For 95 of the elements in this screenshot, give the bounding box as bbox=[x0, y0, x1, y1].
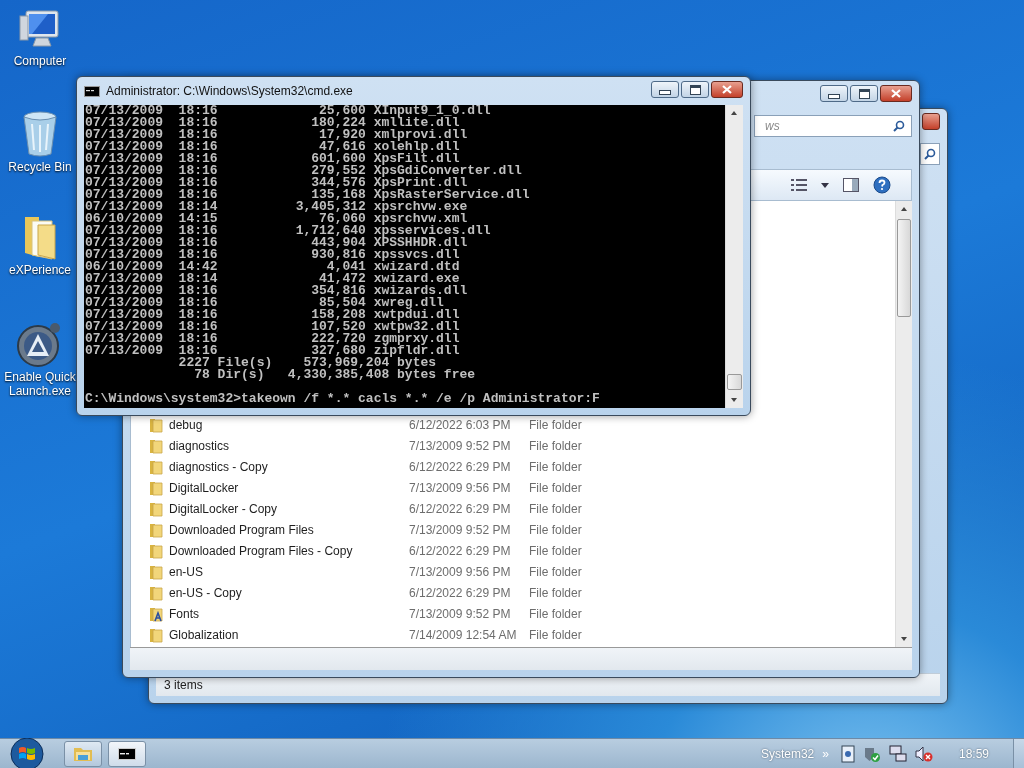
console-line: 07/13/2009 18:16 180,224 xmllite.dll bbox=[85, 117, 460, 129]
file-type: File folder bbox=[529, 501, 582, 516]
command-line[interactable]: C:\Windows\system32>takeown /f *.* cacls *.* /e /p Administrator:F bbox=[85, 393, 725, 405]
file-type: File folder bbox=[529, 543, 582, 558]
file-name[interactable]: en-US - Copy bbox=[169, 585, 409, 600]
date-modified: 6/12/2022 6:29 PM bbox=[409, 585, 512, 600]
date-modified: 7/13/2009 9:52 PM bbox=[409, 606, 512, 621]
explorer-taskbar-button[interactable] bbox=[64, 740, 102, 767]
file-type: File folder bbox=[529, 627, 582, 642]
document-icon[interactable] bbox=[840, 744, 855, 763]
close-icon bbox=[722, 85, 732, 94]
desktop-icon-label[interactable]: Enable Quick Launch.exe bbox=[2, 370, 78, 398]
console-line: 78 Dir(s) 4,330,385,408 bytes free bbox=[193, 369, 477, 381]
date-modified: 6/12/2022 6:29 PM bbox=[409, 543, 512, 558]
console-line: 07/13/2009 18:16 354,816 xwizards.dll bbox=[85, 285, 469, 297]
date-modified: 6/12/2022 6:03 PM bbox=[409, 417, 512, 432]
console-line: 07/13/2009 18:14 41,472 xwizard.exe bbox=[85, 273, 460, 285]
console-line: 07/13/2009 18:16 17,920 xmlprovi.dll bbox=[85, 129, 469, 141]
folder-icon bbox=[73, 745, 93, 762]
help-icon[interactable] bbox=[873, 176, 891, 194]
console-line: 07/13/2009 18:16 85,504 xwreg.dll bbox=[85, 297, 444, 309]
close-button[interactable] bbox=[922, 113, 940, 130]
maximize-button[interactable] bbox=[850, 85, 878, 102]
console-line: 07/13/2009 18:16 135,168 XpsRasterService.dll bbox=[85, 189, 531, 201]
console-line: 2227 File(s) 573,969,204 bytes bbox=[177, 357, 437, 369]
start-button[interactable] bbox=[10, 736, 44, 768]
close-button[interactable] bbox=[711, 81, 743, 98]
search-icon bbox=[893, 120, 905, 132]
scroll-thumb[interactable] bbox=[727, 374, 742, 390]
console-line: 07/13/2009 18:16 279,552 XpsGdiConverter.dll bbox=[85, 165, 523, 177]
file-type: File folder bbox=[529, 480, 582, 495]
console-line: 07/13/2009 18:14 3,405,312 xpsrchvw.exe bbox=[85, 201, 468, 213]
file-name[interactable]: debug bbox=[169, 417, 409, 432]
console-line: 07/13/2009 18:16 443,904 XPSSHHDR.dll bbox=[85, 237, 468, 249]
preview-pane-icon[interactable] bbox=[843, 178, 859, 192]
search-icon bbox=[924, 148, 936, 160]
console-line: 07/13/2009 18:16 327,680 zipfldr.dll bbox=[85, 345, 461, 357]
fonts-folder-icon[interactable] bbox=[149, 605, 163, 622]
file-name[interactable]: Fonts bbox=[169, 606, 409, 621]
console-line: 07/13/2009 18:16 107,520 xwtpw32.dll bbox=[85, 321, 461, 333]
date-modified: 7/14/2009 12:54 AM bbox=[409, 627, 518, 642]
close-icon bbox=[891, 89, 901, 98]
date-modified: 7/13/2009 9:52 PM bbox=[409, 438, 512, 453]
scrollbar[interactable] bbox=[725, 105, 743, 408]
date-modified: 7/13/2009 9:56 PM bbox=[409, 480, 512, 495]
desktop-icon-label[interactable]: eXPerience bbox=[2, 263, 78, 277]
file-type: File folder bbox=[529, 438, 582, 453]
console-line: 06/10/2009 14:15 76,060 xpsrchvw.xml bbox=[85, 213, 468, 225]
console-line: 07/13/2009 18:16 601,600 XpsFilt.dll bbox=[85, 153, 460, 165]
file-name[interactable]: DigitalLocker - Copy bbox=[169, 501, 409, 516]
file-name[interactable]: DigitalLocker bbox=[169, 480, 409, 495]
console-line: 07/13/2009 18:16 344,576 XpsPrint.dll bbox=[85, 177, 468, 189]
search-field[interactable] bbox=[920, 143, 940, 165]
minimize-button[interactable] bbox=[651, 81, 679, 98]
network-icon[interactable] bbox=[888, 744, 907, 763]
file-type: File folder bbox=[529, 459, 582, 474]
view-list-icon[interactable] bbox=[791, 179, 807, 191]
file-type: File folder bbox=[529, 564, 582, 579]
file-type: File folder bbox=[529, 585, 582, 600]
console-line: 07/13/2009 18:16 222,720 zgmprxy.dll bbox=[85, 333, 461, 345]
file-name[interactable]: Downloaded Program Files bbox=[169, 522, 409, 537]
status-text: 3 items bbox=[164, 678, 203, 692]
console-line: 07/13/2009 18:16 47,616 xolehlp.dll bbox=[85, 141, 460, 153]
file-name[interactable]: Downloaded Program Files - Copy bbox=[169, 543, 409, 558]
file-type: File folder bbox=[529, 522, 582, 537]
search-field[interactable]: ws bbox=[754, 115, 912, 137]
console-icon bbox=[84, 85, 100, 97]
minimize-button[interactable] bbox=[820, 85, 848, 102]
date-modified: 7/13/2009 9:52 PM bbox=[409, 522, 512, 537]
file-name[interactable]: Globalization bbox=[169, 627, 409, 642]
console-icon bbox=[118, 747, 136, 760]
console-line: 07/13/2009 18:16 930,816 xpssvcs.dll bbox=[85, 249, 461, 261]
dropdown-caret-icon[interactable] bbox=[821, 182, 829, 188]
file-name[interactable]: en-US bbox=[169, 564, 409, 579]
window-title: Administrator: C:\Windows\System32\cmd.exe bbox=[106, 84, 353, 98]
recycle-bin-icon[interactable] bbox=[20, 110, 60, 158]
console-line: 07/13/2009 18:16 25,600 XInput9_1_0.dll bbox=[85, 105, 492, 117]
console-line: 07/13/2009 18:16 1,712,640 xpsservices.dll bbox=[85, 225, 492, 237]
console-line: 06/10/2009 14:42 4,041 xwizard.dtd bbox=[85, 261, 461, 273]
scroll-thumb[interactable] bbox=[897, 219, 911, 317]
date-modified: 7/13/2009 9:56 PM bbox=[409, 564, 512, 579]
desktop-icon-label[interactable]: Recycle Bin bbox=[2, 160, 78, 174]
date-modified: 6/12/2022 6:29 PM bbox=[409, 501, 512, 516]
speaker-muted-icon[interactable] bbox=[914, 744, 933, 763]
file-type: File folder bbox=[529, 606, 582, 621]
console-taskbar-button[interactable] bbox=[108, 740, 146, 767]
date-modified: 6/12/2022 6:29 PM bbox=[409, 459, 512, 474]
console-line: 07/13/2009 18:16 158,208 xwtpdui.dll bbox=[85, 309, 461, 321]
file-name[interactable]: diagnostics bbox=[169, 438, 409, 453]
maximize-button[interactable] bbox=[681, 81, 709, 98]
close-button[interactable] bbox=[880, 85, 912, 102]
file-name[interactable]: diagnostics - Copy bbox=[169, 459, 409, 474]
scrollbar[interactable] bbox=[895, 201, 912, 647]
desktop-icon-label[interactable]: Computer bbox=[2, 54, 78, 68]
file-type: File folder bbox=[529, 417, 582, 432]
